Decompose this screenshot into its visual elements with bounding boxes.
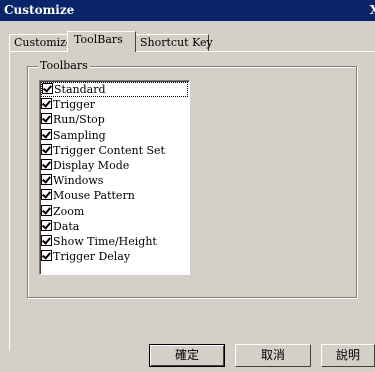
list-item[interactable]: Trigger Content Set [40, 143, 189, 158]
checkbox[interactable] [41, 234, 52, 246]
list-item[interactable]: Trigger Delay [40, 249, 189, 264]
toolbars-list[interactable]: Standard Trigger Run/Stop Sampling Trigg… [39, 80, 190, 275]
toolbars-group-label: Toolbars [38, 59, 90, 72]
checkbox[interactable] [42, 83, 53, 94]
checkbox[interactable] [41, 128, 52, 140]
list-item[interactable]: Mouse Pattern [40, 188, 189, 203]
list-item-label: Zoom [53, 204, 85, 218]
list-item[interactable]: Sampling [40, 128, 189, 143]
checkbox[interactable] [41, 219, 52, 231]
list-item[interactable]: Display Mode [40, 158, 189, 173]
list-item-label: Display Mode [53, 158, 130, 172]
help-button[interactable]: 說明 [321, 344, 375, 367]
list-item-label: Trigger Content Set [53, 143, 165, 157]
list-item-label: Run/Stop [53, 113, 105, 127]
ok-button[interactable]: 確定 [149, 344, 225, 367]
checkbox[interactable] [41, 158, 52, 170]
checkbox[interactable] [41, 113, 52, 125]
list-item-label: Mouse Pattern [53, 189, 135, 203]
list-item-label: Trigger Delay [53, 250, 131, 264]
list-item[interactable]: Windows [40, 173, 189, 188]
tab-toolbars[interactable]: ToolBars [67, 31, 136, 52]
list-item[interactable]: Trigger [40, 97, 189, 112]
customize-dialog: Customize X Customize ToolBars Shortcut … [0, 0, 375, 372]
list-item[interactable]: Show Time/Height [40, 234, 189, 249]
checkbox[interactable] [41, 174, 52, 186]
list-item[interactable]: Zoom [40, 204, 189, 219]
tab-shortcut-key[interactable]: Shortcut Key [135, 34, 213, 51]
list-item[interactable]: Run/Stop [40, 112, 189, 127]
list-item-label: Data [53, 219, 80, 233]
checkbox[interactable] [41, 204, 52, 216]
window-title: Customize [4, 3, 75, 17]
list-item-label: Show Time/Height [53, 234, 157, 248]
title-bar[interactable]: Customize X [0, 0, 375, 21]
close-icon[interactable]: X [370, 0, 375, 21]
list-item-label: Trigger [53, 98, 95, 112]
list-item-label: Standard [54, 83, 106, 96]
checkbox[interactable] [41, 143, 52, 155]
tab-customize[interactable]: Customize [9, 34, 72, 51]
checkbox[interactable] [41, 98, 52, 110]
tab-panel: Toolbars Standard Trigger Run/Stop Sampl… [9, 51, 375, 351]
checkbox[interactable] [41, 250, 52, 262]
list-item[interactable]: Standard [41, 82, 188, 98]
list-item-label: Sampling [53, 128, 106, 142]
list-item[interactable]: Data [40, 219, 189, 234]
list-item-label: Windows [53, 174, 104, 188]
cancel-button[interactable]: 取消 [235, 344, 311, 367]
checkbox[interactable] [41, 189, 52, 201]
